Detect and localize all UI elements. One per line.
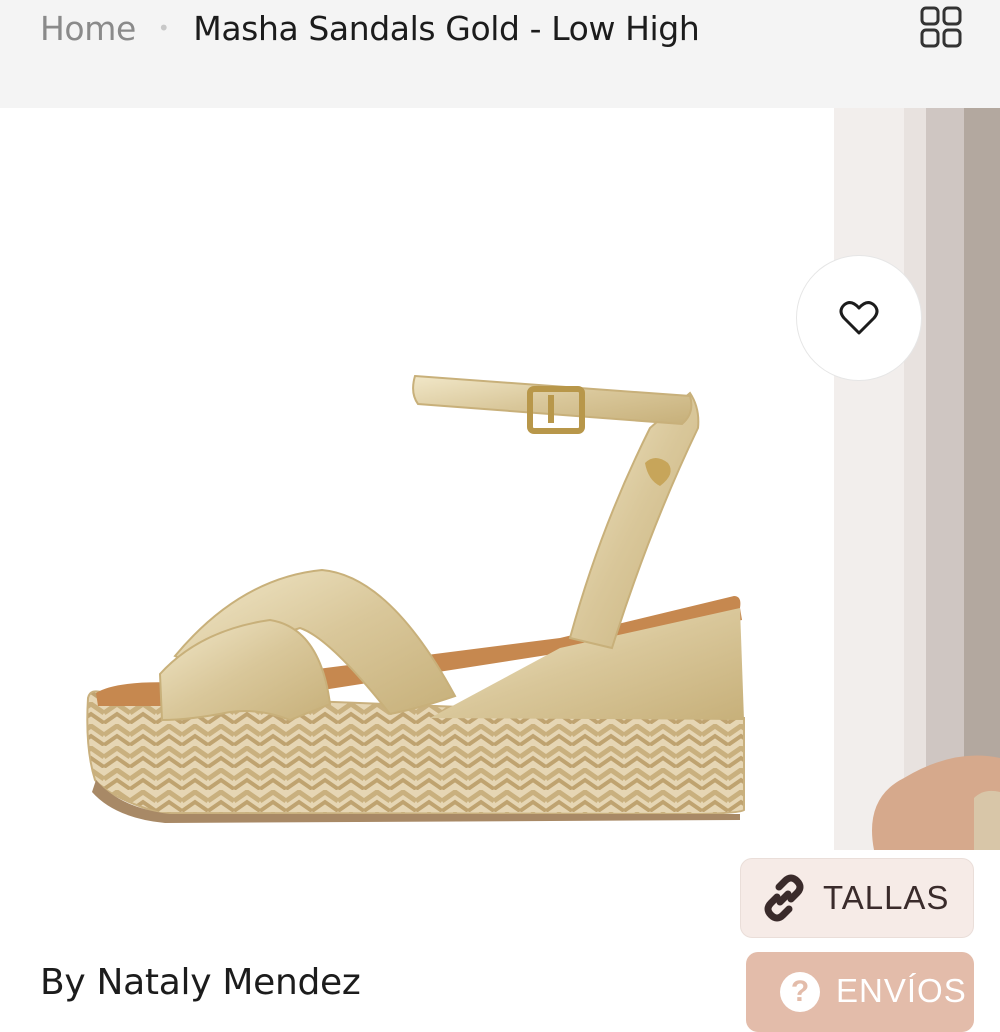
top-bar: Home • Masha Sandals Gold - Low High	[0, 0, 1000, 108]
product-byline: By Nataly Mendez	[40, 962, 361, 1003]
product-main-image[interactable]	[0, 108, 834, 860]
grid-view-button[interactable]	[918, 4, 964, 50]
tallas-label: TALLAS	[823, 879, 950, 916]
grid-view-icon	[920, 6, 962, 48]
tallas-button[interactable]: TALLAS	[740, 858, 974, 938]
breadcrumb-home-link[interactable]: Home	[40, 9, 136, 48]
breadcrumb-current: Masha Sandals Gold - Low High	[193, 8, 700, 48]
product-gallery[interactable]	[0, 108, 1000, 860]
envios-button[interactable]: ? ENVÍOS	[746, 952, 974, 1032]
envios-label: ENVÍOS	[836, 972, 967, 1009]
question-icon: ?	[780, 972, 820, 1012]
breadcrumb-separator: •	[157, 16, 170, 40]
product-secondary-image[interactable]	[834, 108, 1000, 850]
link-icon	[764, 874, 804, 922]
heart-icon	[839, 301, 879, 335]
favorite-button[interactable]	[796, 255, 922, 381]
breadcrumb: Home • Masha Sandals Gold - Low High	[40, 6, 700, 50]
